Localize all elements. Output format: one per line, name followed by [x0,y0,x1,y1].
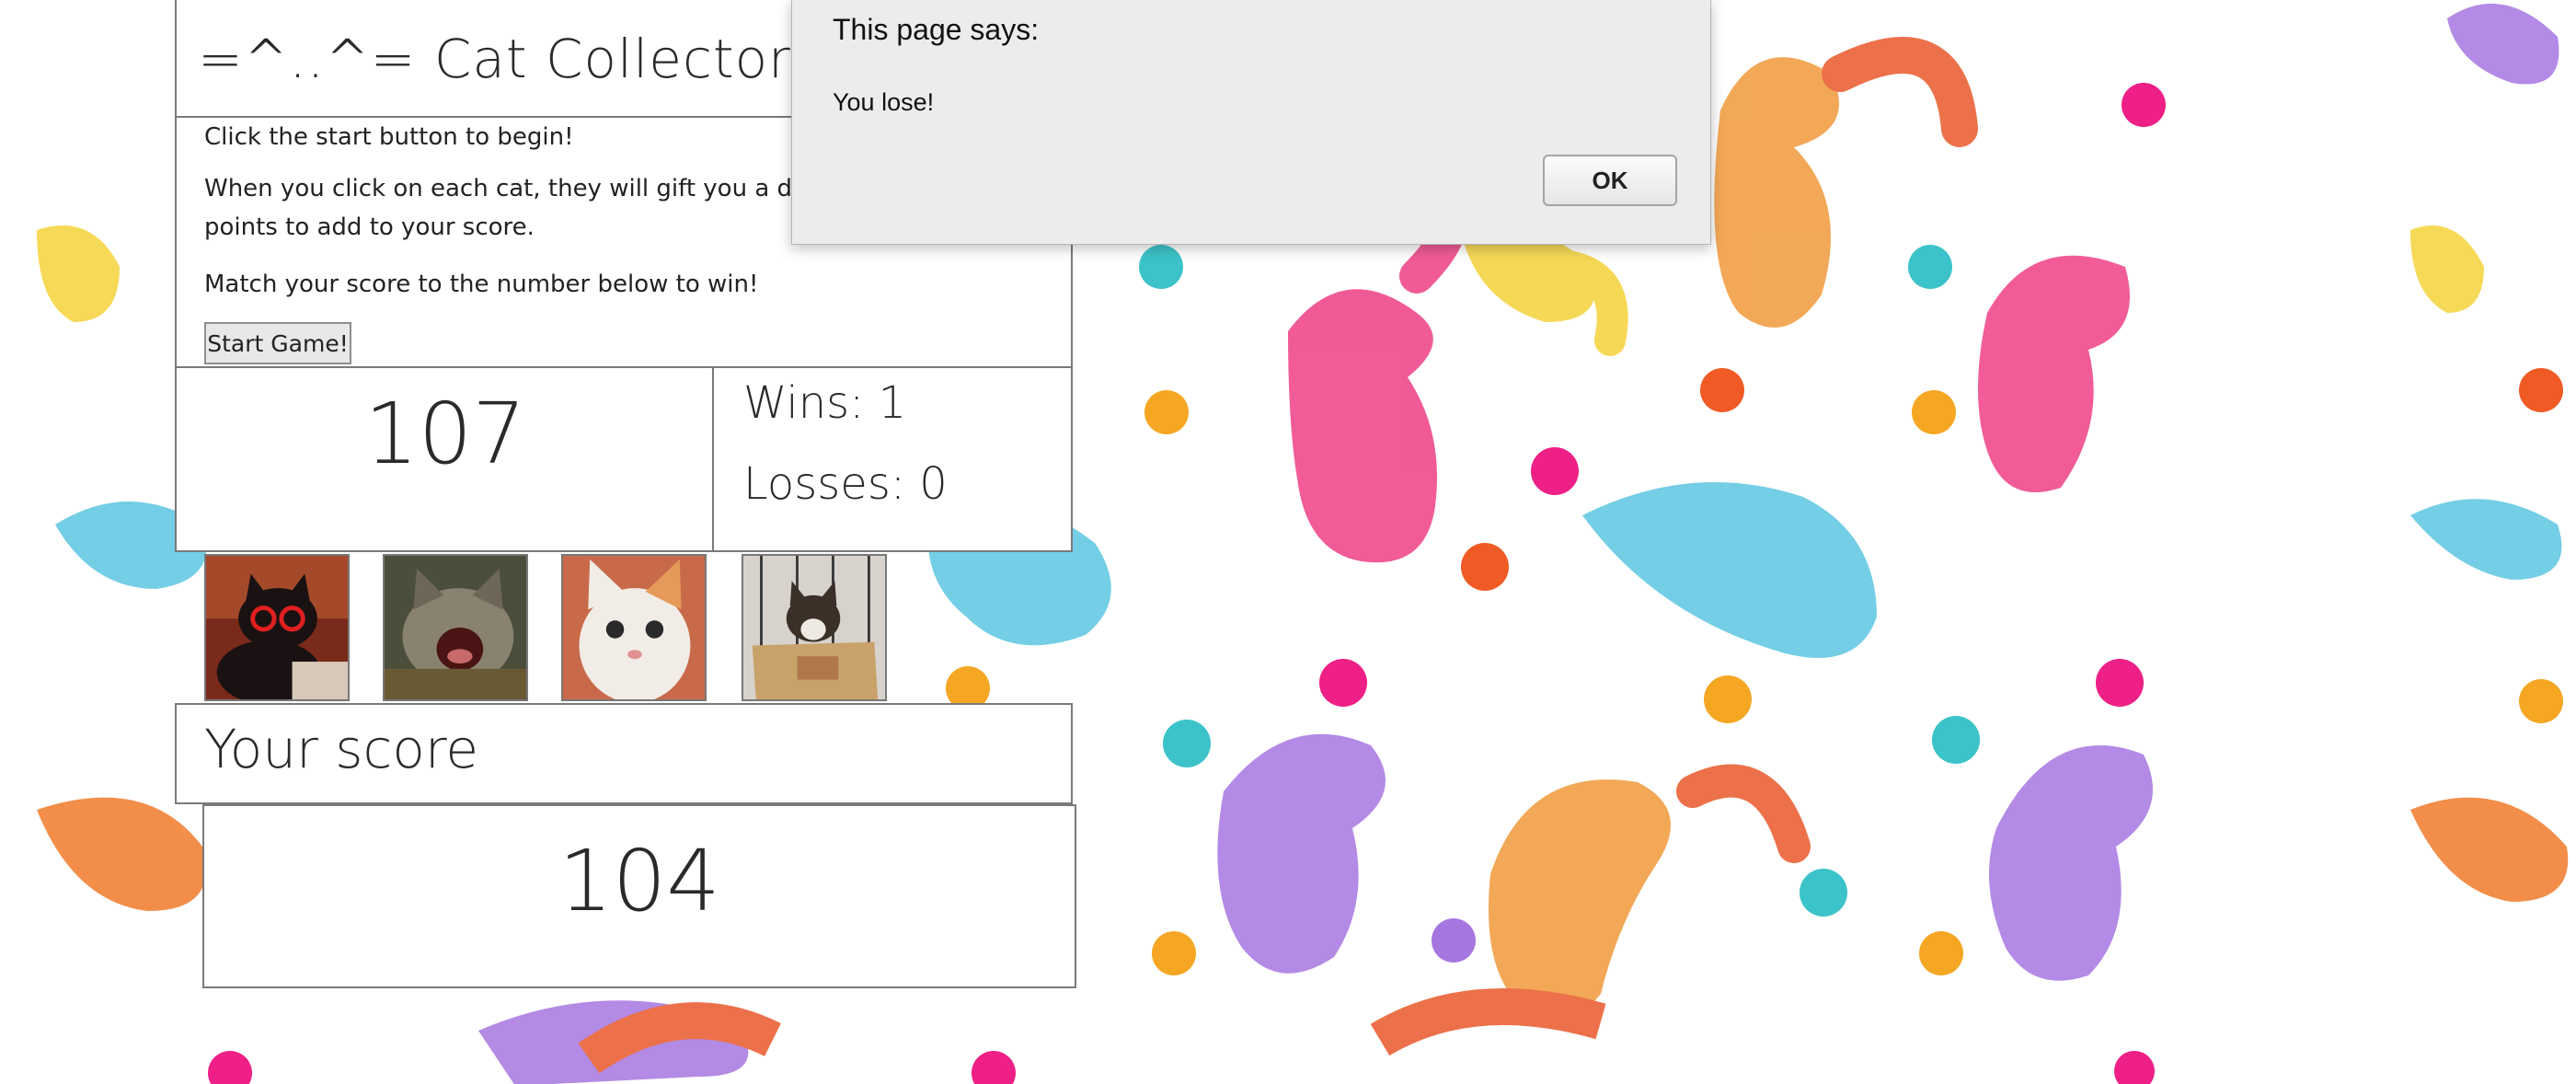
cat-button-4[interactable] [742,554,887,701]
stats-panel: Wins: 1 Losses: 0 [712,366,1073,552]
score-label-panel: Your score [175,703,1073,804]
target-number-panel: 107 [175,366,716,552]
alert-dialog: This page says: You lose! OK [791,0,1711,245]
score-panel: 104 [202,804,1076,988]
dialog-title: This page says: [833,13,1040,46]
dialog-message: You lose! [833,88,935,116]
score-value: 104 [558,832,720,930]
ok-button[interactable]: OK [1543,155,1677,206]
cat-photo-red-glasses-icon [206,556,348,699]
cat-button-3[interactable] [561,554,707,701]
instruction-match: Match your score to the number below to … [204,271,759,298]
cat-button-1[interactable] [204,554,350,701]
target-number: 107 [364,385,526,483]
cat-photo-in-box-icon [743,556,885,699]
wins-counter: Wins: 1 [743,377,907,429]
start-game-button[interactable]: Start Game! [204,322,351,364]
score-label: Your score [204,718,479,780]
cat-button-2[interactable] [383,554,528,701]
losses-counter: Losses: 0 [743,458,948,510]
cat-photo-white-orange-icon [563,556,705,699]
cat-photo-yawning-tabby-icon [385,556,526,699]
